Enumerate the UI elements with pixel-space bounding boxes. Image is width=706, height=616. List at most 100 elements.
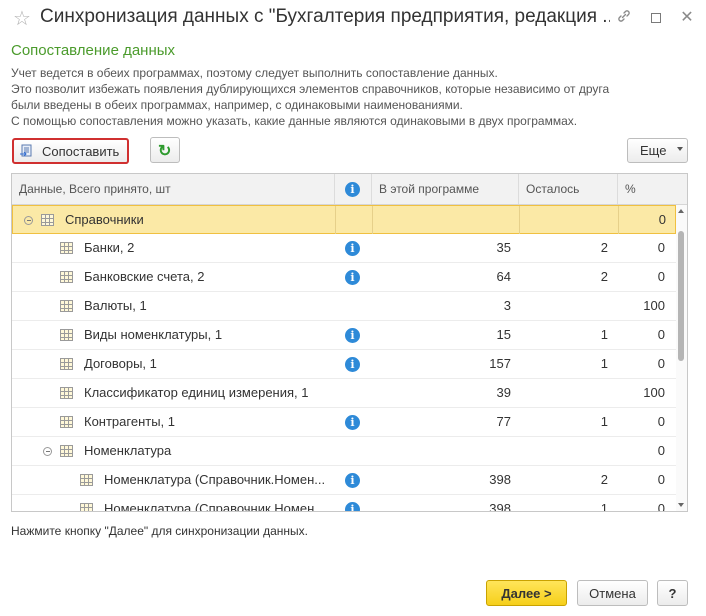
- maximize-icon[interactable]: [646, 8, 666, 28]
- info-icon[interactable]: i: [345, 270, 360, 285]
- header-remaining[interactable]: Осталось: [519, 174, 618, 204]
- vertical-scrollbar[interactable]: [676, 205, 687, 511]
- refresh-icon: ↻: [158, 143, 172, 160]
- cancel-button-label: Отмена: [589, 586, 636, 601]
- scrollbar-thumb[interactable]: [678, 231, 684, 361]
- link-icon[interactable]: [614, 8, 634, 28]
- cell-in-program: [373, 206, 512, 234]
- cell-remaining: 1: [600, 501, 608, 512]
- cell-in-program: 398: [489, 501, 511, 512]
- description-line: С помощью сопоставления можно указать, к…: [11, 114, 578, 128]
- title-bar: ☆ Синхронизация данных с "Бухгалтерия пр…: [0, 0, 706, 38]
- table-icon: [80, 503, 93, 511]
- row-label: Номенклатура (Справочник.Номен...: [104, 472, 326, 487]
- cell-in-program: 398: [489, 472, 511, 487]
- description-line: Это позволит избежать появления дублирую…: [11, 82, 610, 96]
- column-divider: [335, 206, 336, 234]
- table-icon: [80, 474, 93, 486]
- more-button-label: Еще: [640, 143, 667, 158]
- info-icon[interactable]: i: [345, 328, 360, 343]
- cell-in-program: [372, 437, 511, 465]
- cell-percent: 0: [657, 472, 665, 487]
- table-icon: [60, 329, 73, 341]
- info-icon[interactable]: i: [345, 241, 360, 256]
- table-row[interactable]: Договоры, 1 i 157 1 0: [12, 350, 676, 379]
- match-icon: [20, 144, 34, 158]
- help-button-label: ?: [668, 586, 677, 601]
- match-button[interactable]: Сопоставить: [12, 138, 129, 164]
- cell-remaining: [519, 379, 608, 407]
- cell-in-program: 39: [496, 385, 511, 400]
- description-line: были введены в обеих программах, наприме…: [11, 98, 463, 112]
- header-info[interactable]: i: [335, 174, 372, 204]
- scroll-up-icon[interactable]: [678, 209, 684, 213]
- row-label: Контрагенты, 1: [84, 414, 176, 429]
- table-row[interactable]: Банки, 2 i 35 2 0: [12, 234, 676, 263]
- star-icon[interactable]: ☆: [13, 6, 31, 31]
- table-icon: [60, 242, 73, 254]
- cell-percent: 100: [643, 298, 665, 313]
- cell-remaining: [519, 437, 608, 465]
- refresh-button[interactable]: ↻: [150, 137, 180, 163]
- header-data[interactable]: Данные, Всего принято, шт: [12, 174, 335, 204]
- table-row[interactable]: Виды номенклатуры, 1 i 15 1 0: [12, 321, 676, 350]
- row-label: Виды номенклатуры, 1: [84, 327, 223, 342]
- table-row[interactable]: Контрагенты, 1 i 77 1 0: [12, 408, 676, 437]
- cell-remaining: 2: [600, 240, 608, 255]
- info-icon[interactable]: i: [345, 357, 360, 372]
- row-label: Номенклатура (Справочник.Номен...: [104, 501, 326, 512]
- section-title: Сопоставление данных: [11, 42, 176, 59]
- header-percent[interactable]: %: [618, 174, 676, 204]
- scroll-down-icon[interactable]: [678, 503, 684, 507]
- header-in-program[interactable]: В этой программе: [372, 174, 519, 204]
- column-divider: [618, 206, 619, 234]
- close-icon[interactable]: ✕: [677, 8, 697, 28]
- cell-percent: 0: [658, 212, 666, 227]
- cell-remaining: 2: [600, 269, 608, 284]
- table-row[interactable]: Номенклатура (Справочник.Номен... i 398 1 0: [12, 495, 676, 512]
- info-icon[interactable]: i: [345, 502, 360, 511]
- cell-remaining: 1: [600, 356, 608, 371]
- collapse-toggle-icon[interactable]: [43, 447, 52, 456]
- column-divider: [372, 206, 373, 234]
- collapse-toggle-icon[interactable]: [24, 216, 33, 225]
- cell-percent: 0: [657, 240, 665, 255]
- cell-in-program: 35: [496, 240, 511, 255]
- cell-percent: 0: [657, 443, 665, 458]
- data-grid[interactable]: Данные, Всего принято, шт i В этой прогр…: [11, 173, 688, 512]
- table-row[interactable]: Номенклатура (Справочник.Номен... i 398 2 0: [12, 466, 676, 495]
- table-row[interactable]: Справочники 0: [12, 205, 676, 234]
- next-button[interactable]: Далее >: [486, 580, 567, 606]
- cell-remaining: 1: [600, 327, 608, 342]
- cell-in-program: 77: [496, 414, 511, 429]
- table-row[interactable]: Банковские счета, 2 i 64 2 0: [12, 263, 676, 292]
- table-row[interactable]: Номенклатура 0: [12, 437, 676, 466]
- row-label: Банковские счета, 2: [84, 269, 205, 284]
- cell-percent: 0: [657, 327, 665, 342]
- cell-in-program: 3: [503, 298, 511, 313]
- info-icon[interactable]: i: [345, 415, 360, 430]
- more-button[interactable]: Еще: [627, 138, 688, 163]
- cell-remaining: 1: [600, 414, 608, 429]
- cell-remaining: 2: [600, 472, 608, 487]
- row-label: Валюты, 1: [84, 298, 147, 313]
- row-label: Банки, 2: [84, 240, 135, 255]
- table-icon: [60, 271, 73, 283]
- help-button[interactable]: ?: [657, 580, 688, 606]
- table-row[interactable]: Валюты, 1 3 100: [12, 292, 676, 321]
- chevron-down-icon: [677, 147, 683, 151]
- table-icon: [60, 416, 73, 428]
- column-divider: [519, 206, 520, 234]
- table-row[interactable]: Классификатор единиц измерения, 1 39 100: [12, 379, 676, 408]
- cancel-button[interactable]: Отмена: [577, 580, 648, 606]
- cell-percent: 0: [657, 501, 665, 512]
- window-title: Синхронизация данных с "Бухгалтерия пред…: [40, 6, 610, 27]
- info-icon[interactable]: i: [345, 473, 360, 488]
- cell-percent: 100: [643, 385, 665, 400]
- table-icon: [60, 445, 73, 457]
- table-icon: [41, 214, 54, 226]
- cell-percent: 0: [657, 414, 665, 429]
- table-icon: [60, 300, 73, 312]
- table-icon: [60, 358, 73, 370]
- info-icon: i: [345, 182, 360, 198]
